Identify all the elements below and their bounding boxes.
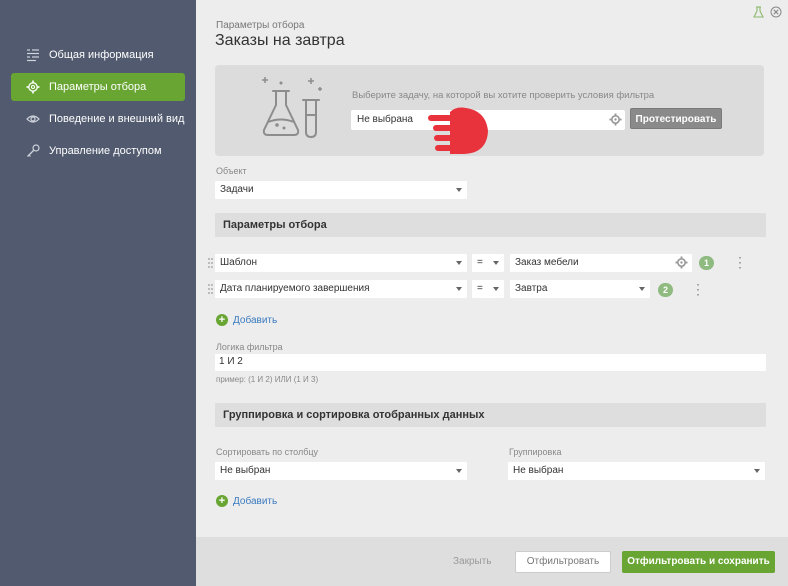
main-panel: Параметры отбора Заказы на завтра Выбери…	[196, 0, 788, 586]
filter-and-save-button[interactable]: Отфильтровать и сохранить	[622, 551, 775, 573]
add-condition-label: Добавить	[233, 314, 278, 326]
add-sort-label: Добавить	[233, 495, 278, 507]
group-label: Группировка	[509, 447, 562, 457]
chevron-down-icon	[493, 287, 499, 291]
filter-operator-value: =	[477, 257, 483, 268]
page-subtitle: Параметры отбора	[216, 20, 305, 31]
more-options-icon[interactable]: ⋮	[691, 282, 705, 297]
test-button[interactable]: Протестировать	[630, 108, 722, 129]
chevron-down-icon	[493, 261, 499, 265]
filter-button[interactable]: Отфильтровать	[515, 551, 611, 573]
sort-label: Сортировать по столбцу	[216, 447, 319, 457]
sort-column-value: Не выбран	[220, 465, 271, 476]
filter-field-value: Шаблон	[220, 257, 258, 268]
page-title: Заказы на завтра	[215, 32, 345, 49]
drag-handle-icon[interactable]	[208, 258, 213, 268]
filter-logic-input[interactable]: 1 И 2	[215, 354, 766, 371]
add-condition-link[interactable]: + Добавить	[216, 314, 277, 326]
chevron-down-icon	[754, 469, 760, 473]
sidebar-item-label: Параметры отбора	[49, 81, 147, 93]
more-options-icon[interactable]: ⋮	[733, 255, 747, 270]
plus-icon: +	[216, 495, 228, 507]
sidebar-item-access[interactable]: Управление доступом	[11, 137, 185, 165]
sidebar-item-behavior[interactable]: Поведение и внешний вид	[11, 105, 185, 133]
chevron-down-icon	[456, 261, 462, 265]
drag-handle-icon[interactable]	[208, 284, 213, 294]
task-select-value: Не выбрана	[357, 114, 413, 125]
flask-icon[interactable]	[753, 6, 764, 18]
list-icon	[27, 49, 39, 62]
filter-logic-label: Логика фильтра	[216, 342, 283, 352]
chevron-down-icon	[456, 188, 462, 192]
lab-flasks-icon	[262, 77, 322, 138]
add-sort-link[interactable]: + Добавить	[216, 495, 277, 507]
filter-value-select[interactable]: Завтра	[510, 280, 650, 298]
filter-section-header: Параметры отбора	[215, 213, 766, 237]
filter-value-text: Заказ мебели	[515, 257, 579, 268]
filter-operator-value: =	[477, 283, 483, 294]
filter-operator-select[interactable]: =	[472, 254, 504, 272]
condition-number-badge: 2	[658, 283, 673, 297]
chevron-down-icon	[639, 287, 645, 291]
filter-value-input[interactable]: Заказ мебели	[510, 254, 692, 272]
window-controls	[753, 6, 782, 18]
filter-operator-select[interactable]: =	[472, 280, 504, 298]
filter-logic-example: пример: (1 И 2) ИЛИ (1 И 3)	[216, 375, 319, 384]
object-label: Объект	[216, 166, 247, 176]
plus-icon: +	[216, 314, 228, 326]
sidebar: Общая информация Параметры отбора Поведе…	[0, 0, 196, 586]
sidebar-item-label: Общая информация	[49, 49, 154, 61]
pointing-hand-icon	[428, 107, 488, 154]
gear-icon[interactable]	[609, 113, 622, 126]
filter-field-select[interactable]: Шаблон	[215, 254, 467, 272]
chevron-down-icon	[456, 287, 462, 291]
filter-field-select[interactable]: Дата планируемого завершения	[215, 280, 467, 298]
filter-value-text: Завтра	[515, 283, 548, 294]
object-select[interactable]: Задачи	[215, 181, 467, 199]
close-icon[interactable]	[770, 6, 782, 18]
gear-icon[interactable]	[675, 256, 688, 269]
filter-field-value: Дата планируемого завершения	[220, 283, 370, 294]
chevron-down-icon	[456, 469, 462, 473]
sort-column-select[interactable]: Не выбран	[215, 462, 467, 480]
object-select-value: Задачи	[220, 184, 254, 195]
group-select[interactable]: Не выбран	[508, 462, 765, 480]
group-value: Не выбран	[513, 465, 564, 476]
key-icon	[27, 144, 40, 157]
sidebar-item-label: Поведение и внешний вид	[49, 113, 185, 125]
eye-icon	[26, 115, 40, 123]
sidebar-item-general-info[interactable]: Общая информация	[11, 41, 185, 69]
close-button[interactable]: Закрыть	[453, 556, 492, 567]
sidebar-item-filter-params[interactable]: Параметры отбора	[11, 73, 185, 101]
condition-number-badge: 1	[699, 256, 714, 270]
gear-icon	[26, 80, 40, 94]
sidebar-item-label: Управление доступом	[49, 145, 162, 157]
grouping-section-header: Группировка и сортировка отобранных данн…	[215, 403, 766, 427]
test-hint: Выберите задачу, на которой вы хотите пр…	[352, 90, 655, 101]
